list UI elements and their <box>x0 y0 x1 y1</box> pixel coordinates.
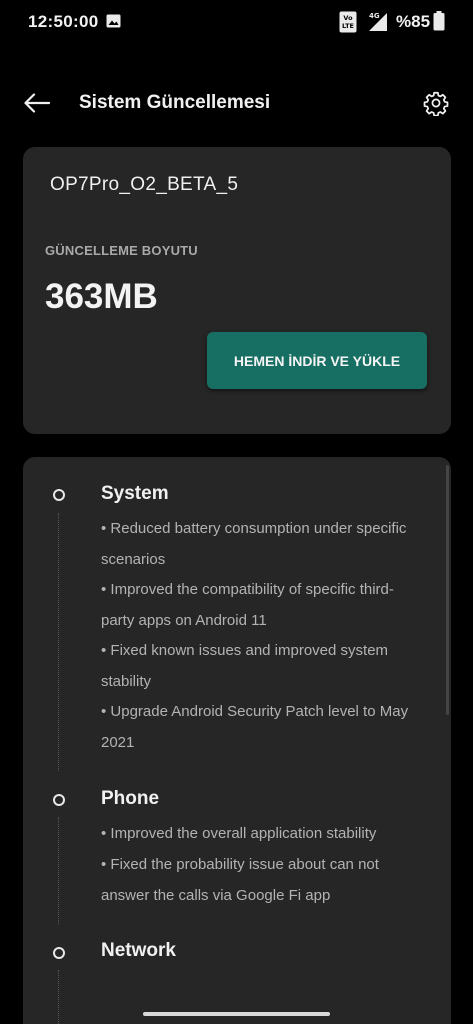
screen: 12:50:00 Vo LTE 4G %85 Sistem Güncelleme… <box>0 0 473 1024</box>
section-title: Phone <box>101 788 160 809</box>
changelog-item: • Upgrade Android Security Patch level t… <box>101 703 409 751</box>
changelog-item: • Improved the compatibility of specific… <box>101 581 394 629</box>
timeline-dot <box>53 947 65 959</box>
battery-percentage: %85 <box>396 12 431 31</box>
timeline-line <box>58 817 59 925</box>
changelog-item: • Fixed the probability issue about can … <box>101 856 379 904</box>
svg-text:4G: 4G <box>369 12 380 20</box>
changelog-item: • Improved the overall application stabi… <box>101 825 377 842</box>
app-header: Sistem Güncellemesi <box>0 78 473 128</box>
section-title: System <box>101 483 169 504</box>
svg-text:LTE: LTE <box>342 22 354 30</box>
changelog-card[interactable]: System • Reduced battery consumption und… <box>23 457 451 1024</box>
back-button[interactable] <box>22 88 52 118</box>
gear-icon <box>423 91 449 116</box>
svg-text:Vo: Vo <box>343 14 353 22</box>
changelog-item: • Reduced battery consumption under spec… <box>101 520 407 568</box>
scrollbar[interactable] <box>446 465 449 715</box>
section-title: Network <box>101 940 176 961</box>
back-arrow-icon <box>24 93 50 113</box>
battery-icon <box>433 11 445 31</box>
download-install-button[interactable]: HEMEN İNDİR VE YÜKLE <box>207 332 427 389</box>
status-time: 12:50:00 <box>28 12 99 31</box>
update-size-value: 363MB <box>45 277 158 316</box>
volte-icon: Vo LTE <box>339 11 357 33</box>
timeline-dot <box>53 794 65 806</box>
build-name: OP7Pro_O2_BETA_5 <box>50 174 239 195</box>
timeline-line <box>58 970 59 1024</box>
update-size-label: GÜNCELLEME BOYUTU <box>45 243 198 258</box>
timeline-line <box>58 513 59 771</box>
gallery-icon <box>106 14 121 28</box>
page-title: Sistem Güncellemesi <box>79 92 271 113</box>
home-indicator[interactable] <box>143 1012 330 1016</box>
status-bar: 12:50:00 Vo LTE 4G %85 <box>0 0 473 44</box>
signal-icon: 4G <box>363 11 389 31</box>
settings-button[interactable] <box>421 88 451 118</box>
update-card: OP7Pro_O2_BETA_5 GÜNCELLEME BOYUTU 363MB… <box>23 147 451 434</box>
changelog-item: • Fixed known issues and improved system… <box>101 642 389 690</box>
timeline-dot <box>53 489 65 501</box>
